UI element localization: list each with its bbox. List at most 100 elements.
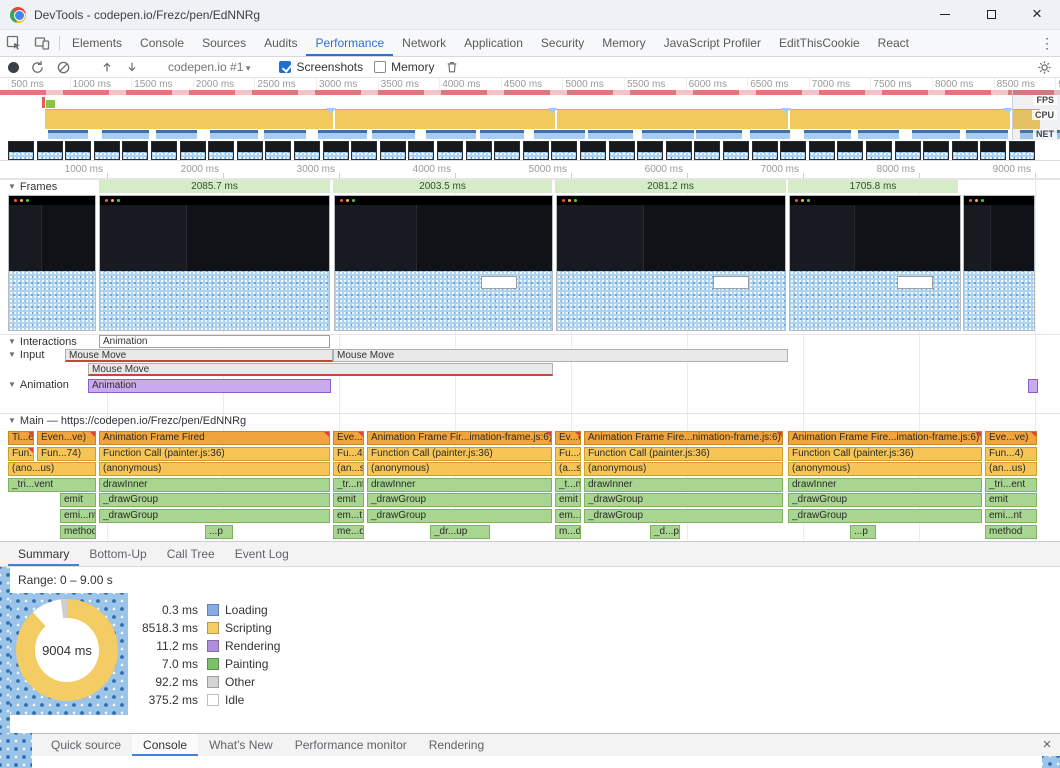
flame-bar[interactable]: Function Call (painter.js:36) — [99, 447, 330, 461]
flame-bar[interactable]: _drawGroup — [367, 509, 552, 523]
overview-screenshot[interactable] — [93, 141, 120, 160]
tab-security[interactable]: Security — [532, 30, 593, 56]
flame-bar[interactable]: _drawGroup — [367, 493, 552, 507]
overview-screenshot[interactable] — [65, 141, 92, 160]
flame-bar[interactable]: _dr...up — [430, 525, 490, 539]
flame-bar[interactable]: emi...nt — [60, 509, 96, 523]
details-tab-event-log[interactable]: Event Log — [225, 542, 299, 566]
flame-bar[interactable]: (anonymous) — [584, 462, 783, 476]
flame-bar[interactable]: Eve...e) — [333, 431, 364, 445]
overview-screenshot[interactable] — [808, 141, 835, 160]
drawer-tab-quick-source[interactable]: Quick source — [40, 734, 132, 756]
overview-screenshot[interactable] — [8, 141, 34, 160]
filmstrip-screenshot[interactable] — [789, 195, 961, 331]
flame-bar[interactable]: drawInner — [788, 478, 982, 492]
flame-bar[interactable]: _d...p — [650, 525, 680, 539]
tab-javascript-profiler[interactable]: JavaScript Profiler — [655, 30, 770, 56]
flame-bar[interactable]: drawInner — [99, 478, 330, 492]
overview-screenshot[interactable] — [236, 141, 263, 160]
details-tab-call-tree[interactable]: Call Tree — [157, 542, 225, 566]
overview-screenshot[interactable] — [379, 141, 406, 160]
input-event-bar[interactable]: Mouse Move — [65, 349, 333, 362]
flame-bar[interactable]: method — [60, 525, 96, 539]
drawer-tab-console[interactable]: Console — [132, 734, 199, 756]
flame-bar[interactable]: method — [985, 525, 1037, 539]
overview-screenshot[interactable] — [408, 141, 435, 160]
overview-screenshot[interactable] — [580, 141, 606, 160]
overview-screenshot[interactable] — [608, 141, 635, 160]
flame-bar[interactable]: (an...s) — [333, 462, 364, 476]
overview-screenshot[interactable] — [322, 141, 349, 160]
drawer-tab-what-s-new[interactable]: What's New — [198, 734, 284, 756]
flame-bar[interactable]: _tri...vent — [8, 478, 96, 492]
flame-bar[interactable]: Fu...4) — [333, 447, 364, 461]
flame-bar[interactable]: Ti...ed — [8, 431, 34, 445]
overview-screenshot[interactable] — [980, 141, 1007, 160]
flame-bar[interactable]: em...d — [555, 509, 581, 523]
flame-bar[interactable]: Animation Frame Fir...imation-frame.js:6… — [367, 431, 552, 445]
reload-and-record-button[interactable] — [30, 60, 45, 75]
overview-screenshot[interactable] — [923, 141, 950, 160]
memory-checkbox[interactable]: Memory — [374, 60, 434, 74]
tab-network[interactable]: Network — [393, 30, 455, 56]
overview-screenshot[interactable] — [951, 141, 978, 160]
flame-bar[interactable]: (an...us) — [985, 462, 1037, 476]
overview-screenshot[interactable] — [494, 141, 521, 160]
flame-bar[interactable]: Fu...4) — [555, 447, 581, 461]
flame-bar[interactable]: _drawGroup — [584, 493, 783, 507]
flame-bar[interactable]: Fun...8) — [8, 447, 34, 461]
flame-bar[interactable]: _tr...nt — [333, 478, 364, 492]
flame-bar[interactable]: em...t — [333, 509, 364, 523]
drawer-tab-rendering[interactable]: Rendering — [418, 734, 495, 756]
device-toolbar-button[interactable] — [28, 30, 56, 56]
drawer-tab-performance-monitor[interactable]: Performance monitor — [284, 734, 418, 756]
flame-bar[interactable]: emit — [985, 493, 1037, 507]
animation-bar[interactable] — [1028, 379, 1038, 393]
flame-bar[interactable]: (anonymous) — [99, 462, 330, 476]
maximize-button[interactable] — [968, 0, 1014, 29]
tab-elements[interactable]: Elements — [63, 30, 131, 56]
inspect-element-button[interactable] — [0, 30, 28, 56]
tab-sources[interactable]: Sources — [193, 30, 255, 56]
flame-bar[interactable]: (ano...us) — [8, 462, 96, 476]
overview-screenshot[interactable] — [894, 141, 921, 160]
flame-bar[interactable]: (anonymous) — [367, 462, 552, 476]
tab-memory[interactable]: Memory — [593, 30, 654, 56]
flame-bar[interactable]: Even...ve) — [37, 431, 96, 445]
overview-screenshot[interactable] — [36, 141, 63, 160]
overview-screenshot[interactable] — [294, 141, 320, 160]
animation-bar[interactable]: Animation — [88, 379, 331, 393]
flame-bar[interactable]: Animation Frame Fire...nimation-frame.js… — [584, 431, 783, 445]
overview-screenshot[interactable] — [437, 141, 463, 160]
overview-screenshot[interactable] — [465, 141, 492, 160]
overview-screenshot[interactable] — [780, 141, 807, 160]
frame-duration-bar[interactable]: 2003.5 ms — [333, 180, 552, 193]
close-button[interactable] — [1014, 0, 1060, 29]
capture-settings-button[interactable] — [1037, 60, 1052, 75]
filmstrip-screenshot[interactable] — [99, 195, 330, 331]
frame-duration-bar[interactable]: 2085.7 ms — [99, 180, 330, 193]
details-tab-summary[interactable]: Summary — [8, 542, 79, 566]
flame-bar[interactable]: (anonymous) — [788, 462, 982, 476]
more-options-button[interactable] — [1034, 30, 1060, 56]
flame-bar[interactable]: drawInner — [367, 478, 552, 492]
interaction-bar[interactable]: Animation — [99, 335, 330, 348]
flame-bar[interactable]: drawInner — [584, 478, 783, 492]
filmstrip-screenshot[interactable] — [963, 195, 1035, 331]
details-tab-bottom-up[interactable]: Bottom-Up — [79, 542, 156, 566]
overview-screenshot[interactable] — [751, 141, 778, 160]
flame-bar[interactable]: Animation Frame Fired — [99, 431, 330, 445]
overview-screenshot[interactable] — [208, 141, 235, 160]
flame-bar[interactable]: Animation Frame Fire...imation-frame.js:… — [788, 431, 982, 445]
flame-bar[interactable]: Function Call (painter.js:36) — [367, 447, 552, 461]
overview-screenshot[interactable] — [122, 141, 149, 160]
tab-application[interactable]: Application — [455, 30, 532, 56]
save-profile-button[interactable] — [125, 60, 139, 74]
flame-bar[interactable]: _drawGroup — [788, 509, 982, 523]
overview-screenshot[interactable] — [694, 141, 721, 160]
flame-bar[interactable]: _drawGroup — [99, 509, 330, 523]
flame-bar[interactable]: _drawGroup — [99, 493, 330, 507]
flame-bar[interactable]: _tri...ent — [985, 478, 1037, 492]
flame-bar[interactable]: Fun...74) — [37, 447, 96, 461]
overview-screenshot[interactable] — [522, 141, 549, 160]
